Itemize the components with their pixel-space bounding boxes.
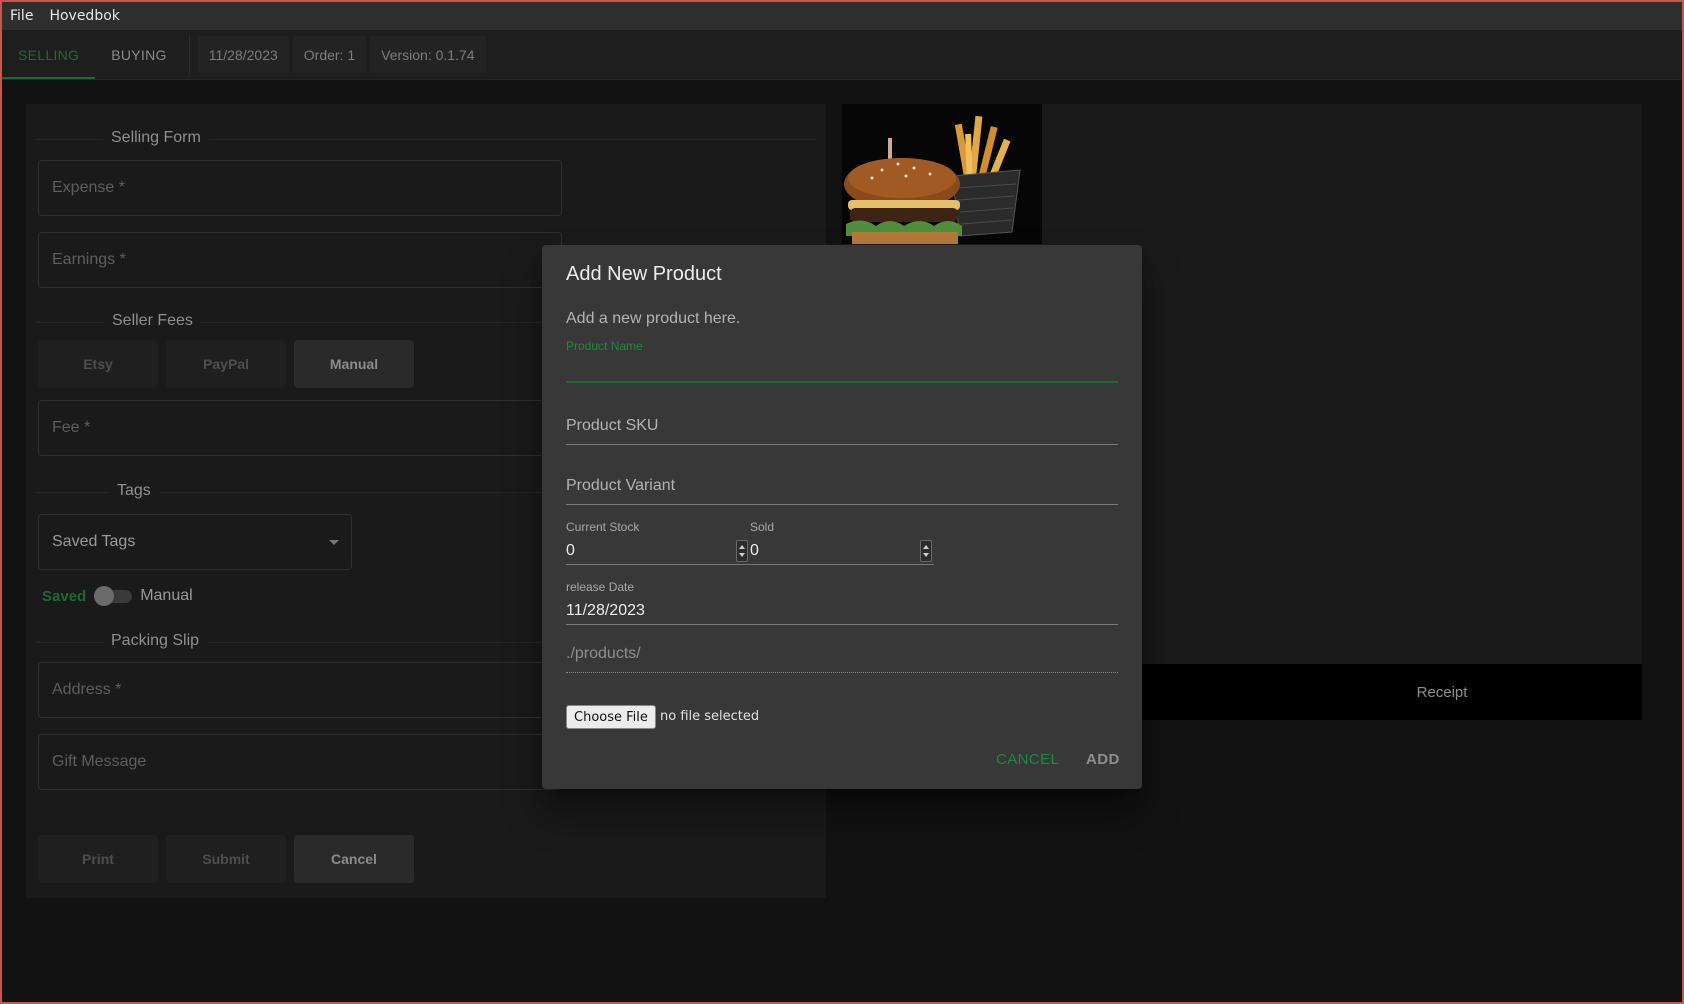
file-status: no file selected	[660, 709, 760, 724]
product-name-field[interactable]: Product Name	[566, 339, 1118, 383]
product-variant-field[interactable]: Product Variant	[566, 475, 1118, 505]
sold-label: Sold	[750, 520, 775, 534]
choose-file-button[interactable]: Choose File	[566, 705, 656, 729]
product-sku-placeholder: Product SKU	[566, 417, 659, 434]
sold-value: 0	[750, 542, 759, 559]
dialog-title: Add New Product	[566, 263, 722, 285]
add-product-dialog: Add New Product Add a new product here. …	[542, 245, 1142, 789]
product-variant-placeholder: Product Variant	[566, 477, 676, 494]
sold-field[interactable]: Sold 0	[750, 520, 934, 566]
dialog-add-button[interactable]: ADD	[1086, 751, 1120, 768]
product-path-value: ./products/	[566, 645, 641, 662]
current-stock-label: Current Stock	[566, 520, 640, 534]
current-stock-value: 0	[566, 542, 575, 559]
release-date-field[interactable]: release Date 11/28/2023	[566, 580, 1118, 626]
current-stock-field[interactable]: Current Stock 0	[566, 520, 750, 566]
dialog-subtitle: Add a new product here.	[566, 310, 741, 327]
release-date-value: 11/28/2023	[566, 602, 645, 619]
sold-spinner[interactable]	[920, 540, 932, 562]
product-sku-field[interactable]: Product SKU	[566, 415, 1118, 445]
release-date-label: release Date	[566, 580, 635, 594]
product-name-label: Product Name	[566, 339, 643, 353]
product-path-field: ./products/	[566, 645, 1118, 675]
dialog-cancel-button[interactable]: CANCEL	[996, 751, 1059, 768]
current-stock-spinner[interactable]	[736, 540, 748, 562]
